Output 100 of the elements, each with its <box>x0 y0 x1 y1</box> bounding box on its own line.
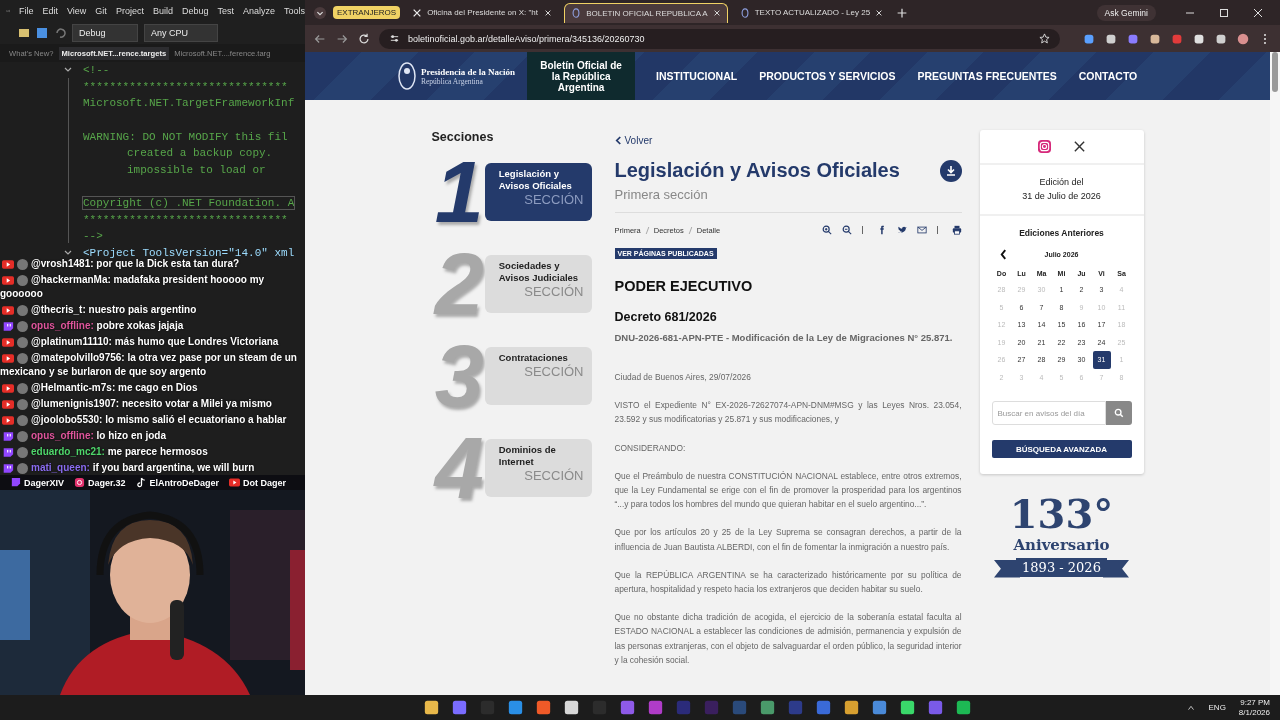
avatar <box>17 382 28 394</box>
scrollbar-thumb[interactable] <box>1272 52 1278 92</box>
menu-item[interactable]: Git <box>95 6 107 16</box>
close-icon[interactable] <box>544 8 553 17</box>
oval-icon <box>571 8 582 18</box>
speech-bubble-icon <box>2 447 14 457</box>
address-bar[interactable]: boletinoficial.gob.ar/detalleAviso/primera/345136/20260730 <box>379 28 1060 49</box>
chevron-icon[interactable] <box>614 136 622 145</box>
clock-time[interactable]: 9:27 PM <box>1240 697 1270 708</box>
reload-icon[interactable] <box>357 31 371 46</box>
profile-avatar-icon[interactable] <box>1236 31 1250 46</box>
taskbar-app-icon[interactable] <box>956 700 971 715</box>
menu-item[interactable]: View <box>67 6 87 16</box>
search-icon[interactable] <box>1113 408 1124 418</box>
anniversary-number: 133° <box>1009 492 1114 536</box>
taskbar-app-icon[interactable] <box>844 700 859 715</box>
avatar <box>17 430 28 442</box>
menu-item[interactable]: Project <box>115 6 144 16</box>
avatar <box>17 398 28 410</box>
undo-icon[interactable] <box>54 27 66 39</box>
camera-icon[interactable] <box>1037 140 1051 153</box>
social-handle: Dager.32 <box>88 477 126 488</box>
page-title: Legislación y Avisos Oficiales <box>614 159 900 182</box>
search-button[interactable] <box>1105 401 1132 425</box>
mail-icon[interactable] <box>916 225 927 235</box>
section-heading: PODER EJECUTIVO <box>614 278 754 294</box>
language-indicator[interactable]: ENG <box>1208 703 1226 712</box>
nav-link[interactable]: INSTITUCIONAL <box>645 70 749 82</box>
nav-link[interactable]: PRODUCTOS Y SERVICIOS <box>748 70 907 82</box>
oval-icon <box>739 7 750 18</box>
speech-bubble-icon <box>2 463 14 473</box>
avatar <box>17 414 28 426</box>
edition-date: Edición del <box>1039 176 1084 189</box>
print-icon[interactable] <box>951 225 962 235</box>
site-info-icon[interactable] <box>389 33 400 44</box>
nav-link[interactable]: CONTACTO <box>1067 70 1149 82</box>
clock-date[interactable]: 8/1/2026 <box>1238 707 1270 718</box>
toolbar-icon[interactable] <box>18 27 30 39</box>
nav-link[interactable]: PREGUNTAS FRECUENTES <box>906 70 1068 82</box>
paragraph: CONSIDERANDO: <box>614 441 687 455</box>
code-line: <Project ToolsVersion="14.0" xml <box>83 246 295 259</box>
tab-group-label[interactable]: EXTRANJEROS <box>333 6 401 19</box>
taskbar-app-icon[interactable] <box>900 700 915 715</box>
paragraph: Que la REPÚBLICA ARGENTINA se ha caracterizado históricamente por su política de apertura, hospitalidad y respeto hacia los extranjeros que deciden habitar su suelo. <box>614 568 962 597</box>
code-line: ******************************* <box>83 213 288 226</box>
avatar <box>17 446 28 458</box>
menu-item[interactable]: File <box>18 6 34 16</box>
platform-dropdown[interactable]: Any CPU <box>144 24 218 42</box>
play-icon <box>2 383 14 393</box>
taskbar-app-icon[interactable] <box>536 700 551 715</box>
advanced-search-button[interactable]: BÚSQUEDA AVANZADA <box>991 440 1132 458</box>
camera-icon <box>74 477 86 488</box>
play-icon <box>2 259 14 269</box>
previous-month-icon[interactable] <box>999 249 1007 260</box>
nav-link[interactable]: Boletín Oficial de la República Argentina <box>527 52 636 100</box>
bird-icon[interactable] <box>896 225 907 235</box>
taskbar-app-icon[interactable] <box>872 700 887 715</box>
avatar <box>17 274 28 286</box>
close-icon[interactable] <box>1252 6 1264 19</box>
menu-item[interactable]: Tools <box>284 6 305 16</box>
gemini-button[interactable]: Ask Gemini <box>1096 4 1156 21</box>
logo-title: Presidencia de la Nación <box>421 66 516 77</box>
code-line: --> <box>83 230 103 243</box>
x-icon[interactable] <box>1072 140 1086 153</box>
paragraph: VISTO el Expediente N° EX-2026-72627074-APN-DNM#MSG y las Leyes Nros. 23.054, 23.592 y sus modificatorias y 25.871 y sus modificaciones, y <box>614 399 962 427</box>
menu-item[interactable]: Debug <box>181 6 209 16</box>
save-icon[interactable] <box>36 27 48 39</box>
menu-item[interactable]: Build <box>152 6 173 16</box>
chat-message: @thecris_t: nuestro pais argentino <box>0 303 305 317</box>
browser-tab[interactable]: Oficina del Presidente on X: "ht <box>406 3 559 22</box>
close-icon[interactable] <box>712 9 721 17</box>
speech-bubble-icon <box>2 431 14 441</box>
taskbar-app-icon[interactable] <box>508 700 523 715</box>
download-icon[interactable] <box>939 159 962 182</box>
close-icon[interactable] <box>875 8 884 17</box>
configuration-dropdown[interactable]: Debug <box>72 24 138 42</box>
taskbar-app-icon[interactable] <box>760 700 775 715</box>
browser-tab[interactable]: TEXTO ACTUALIZADO - Ley 25 <box>733 3 890 22</box>
search-field[interactable]: Buscar en avisos del día <box>991 401 1106 425</box>
calendar-heading: Ediciones Anteriores <box>1018 228 1105 238</box>
star-icon[interactable] <box>1039 33 1050 44</box>
back-link[interactable]: Volver <box>614 135 653 146</box>
maximize-icon[interactable] <box>1218 6 1230 19</box>
menu-item[interactable]: Edit <box>42 6 58 16</box>
speech-bubble-icon <box>2 321 14 331</box>
zoom-out-icon[interactable] <box>841 225 852 235</box>
avatar <box>17 320 28 332</box>
taskbar-app-icon[interactable] <box>424 700 439 715</box>
browser-tab[interactable]: BOLETIN OFICIAL REPUBLICA A <box>564 2 728 23</box>
play-icon <box>2 415 14 425</box>
avatar <box>17 352 28 364</box>
chat-message: opus_offline: lo hizo en joda <box>0 429 305 443</box>
paragraph: Ciudad de Buenos Aires, 29/07/2026 <box>614 371 752 384</box>
music-note-icon <box>135 477 147 488</box>
taskbar-app-icon[interactable] <box>564 700 579 715</box>
zoom-in-icon[interactable] <box>821 225 832 235</box>
code-line: impossible to load or <box>127 163 266 176</box>
code-line: <!-- <box>83 64 110 77</box>
menu-item[interactable]: Analyze <box>242 6 275 16</box>
menu-item[interactable]: Test <box>217 6 234 16</box>
